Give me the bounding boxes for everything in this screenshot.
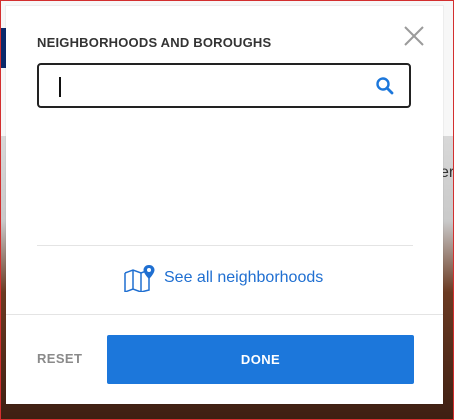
close-icon [404,26,424,46]
divider [37,245,413,246]
see-all-label: See all neighborhoods [164,269,324,286]
footer-divider [6,314,443,315]
reset-button[interactable]: RESET [37,351,82,366]
map-pin-icon [124,265,155,292]
close-button[interactable] [402,24,426,48]
search-box[interactable] [37,63,411,108]
search-icon[interactable] [375,76,395,96]
search-input[interactable] [39,65,375,106]
modal-title: NEIGHBORHOODS AND BOROUGHS [37,35,272,50]
text-cursor [59,77,61,97]
see-all-neighborhoods-link[interactable]: See all neighborhoods [124,264,323,292]
neighborhood-modal: NEIGHBORHOODS AND BOROUGHS See all neigh… [6,6,443,404]
done-button[interactable]: DONE [107,335,414,384]
